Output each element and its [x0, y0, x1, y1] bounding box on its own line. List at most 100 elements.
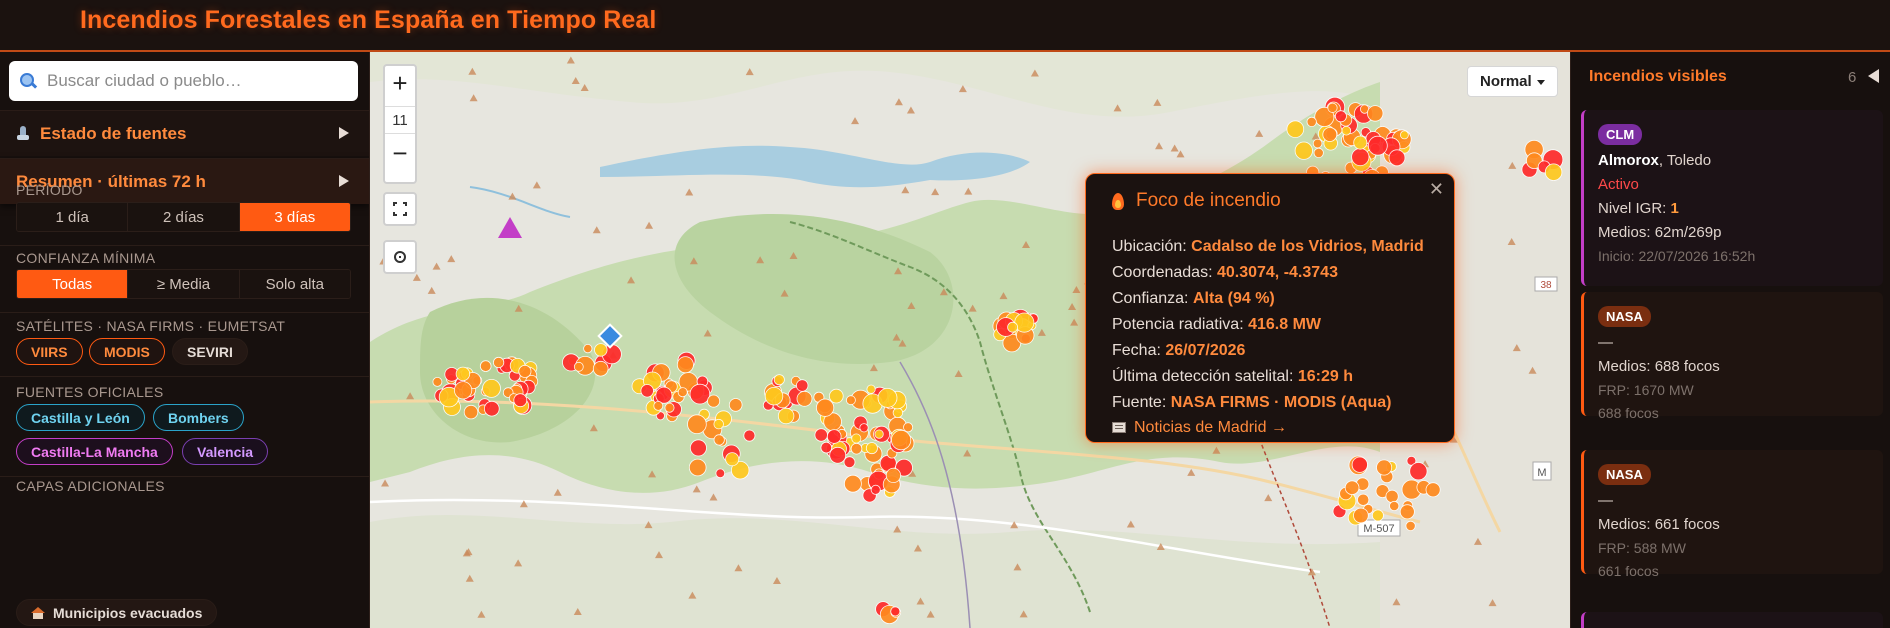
fire-hotspot-marker[interactable]	[1322, 127, 1338, 142]
fire-hotspot-marker[interactable]	[1294, 141, 1313, 160]
basemap-select[interactable]: Normal	[1467, 66, 1558, 97]
source-castilla-la-mancha-toggle[interactable]: Castilla-La Mancha	[16, 438, 173, 465]
fire-hotspot-marker[interactable]	[655, 386, 673, 404]
locate-button[interactable]	[383, 240, 417, 274]
fire-hotspot-marker[interactable]	[573, 361, 584, 372]
fire-hotspot-marker[interactable]	[1334, 110, 1347, 123]
search-input[interactable]	[47, 71, 337, 91]
fire-hotspot-marker[interactable]	[829, 446, 847, 464]
fire-hotspot-marker[interactable]	[850, 442, 863, 455]
fire-hotspot-marker[interactable]	[870, 484, 881, 495]
zoom-in-button[interactable]: +	[385, 66, 415, 100]
fire-hotspot-marker[interactable]	[1353, 507, 1369, 524]
source-valencia-toggle[interactable]: Valencia	[182, 438, 269, 465]
fire-hotspot-marker[interactable]	[1389, 500, 1400, 512]
fire-hotspot-marker[interactable]	[874, 429, 884, 439]
fire-hotspot-marker[interactable]	[1425, 482, 1441, 498]
fire-hotspot-marker[interactable]	[513, 393, 528, 408]
collapse-panel-icon[interactable]	[1868, 69, 1879, 83]
fire-hotspot-marker[interactable]	[1341, 125, 1352, 136]
popup-news-link[interactable]: Noticias de Madrid →	[1112, 419, 1287, 437]
fire-hotspot-marker[interactable]	[1014, 312, 1035, 333]
fire-hotspot-marker[interactable]	[1400, 130, 1409, 140]
fire-card[interactable]: NASA — Medios: 661 focos FRP: 588 MW 661…	[1581, 450, 1883, 579]
fire-hotspot-marker[interactable]	[865, 442, 878, 455]
fire-hotspot-marker[interactable]	[892, 407, 904, 419]
satellite-seviri-toggle[interactable]: SEVIRI	[172, 338, 248, 365]
fire-hotspot-marker[interactable]	[1544, 163, 1563, 181]
fire-hotspot-marker[interactable]	[482, 378, 501, 398]
period-option-1[interactable]: 1 día	[17, 203, 129, 231]
fire-hotspot-marker[interactable]	[826, 429, 842, 444]
period-option-3[interactable]: 3 días	[239, 203, 350, 231]
fire-hotspot-marker[interactable]	[1344, 480, 1360, 496]
fire-card[interactable]: CLM Almorox, Toledo Activo Nivel IGR: 1 …	[1581, 110, 1883, 286]
fire-hotspot-marker[interactable]	[676, 356, 694, 374]
fire-hotspot-marker[interactable]	[713, 418, 724, 430]
fire-hotspot-marker[interactable]	[455, 366, 471, 382]
fire-hotspot-marker[interactable]	[592, 360, 609, 377]
fire-hotspot-marker[interactable]	[479, 360, 492, 372]
fire-hotspot-marker[interactable]	[851, 433, 862, 444]
fire-hotspot-marker[interactable]	[493, 356, 505, 369]
fire-hotspot-marker[interactable]	[715, 468, 726, 479]
sources-status-toggle[interactable]: Estado de fuentes	[0, 110, 369, 156]
fire-hotspot-marker[interactable]	[1312, 138, 1323, 149]
fire-hotspot-marker[interactable]	[859, 423, 869, 433]
fire-hotspot-marker[interactable]	[843, 474, 862, 493]
fire-hotspot-marker[interactable]	[866, 384, 876, 394]
fire-card[interactable]: NASA — Medios: 688 focos FRP: 1670 MW 68…	[1581, 292, 1883, 421]
fire-hotspot-marker[interactable]	[773, 374, 785, 386]
period-option-2[interactable]: 2 días	[128, 203, 240, 231]
zoom-out-button[interactable]: −	[385, 136, 415, 170]
fire-hotspot-marker[interactable]	[1399, 504, 1415, 520]
fire-hotspot-marker[interactable]	[885, 467, 902, 483]
fire-hotspot-marker[interactable]	[1409, 462, 1428, 481]
confidence-option-high[interactable]: Solo alta	[239, 270, 350, 298]
fire-hotspot-marker[interactable]	[903, 422, 914, 433]
fire-hotspot-marker[interactable]	[796, 390, 813, 407]
fire-hotspot-marker[interactable]	[890, 429, 912, 451]
fire-hotspot-marker[interactable]	[764, 387, 784, 406]
fire-hotspot-marker[interactable]	[1367, 135, 1388, 156]
fire-hotspot-marker[interactable]	[877, 387, 898, 408]
fire-hotspot-marker[interactable]	[713, 434, 725, 446]
fire-hotspot-marker[interactable]	[1313, 147, 1324, 159]
fire-hotspot-marker[interactable]	[653, 400, 664, 411]
fire-hotspot-marker[interactable]	[1405, 520, 1416, 531]
fire-hotspot-marker[interactable]	[820, 441, 833, 454]
fire-hotspot-marker[interactable]	[815, 398, 835, 417]
fire-hotspot-marker[interactable]	[1286, 120, 1305, 138]
fullscreen-button[interactable]	[383, 192, 417, 226]
fire-hotspot-marker[interactable]	[1327, 102, 1338, 113]
source-bombers-toggle[interactable]: Bombers	[153, 404, 244, 431]
fire-hotspot-marker[interactable]	[432, 376, 443, 387]
fire-hotspot-marker[interactable]	[1357, 493, 1370, 506]
fire-hotspot-marker[interactable]	[1353, 135, 1368, 150]
fire-hotspot-marker[interactable]	[1351, 147, 1370, 167]
fire-hotspot-marker[interactable]	[1351, 456, 1368, 473]
evacuated-layer-toggle[interactable]: Municipios evacuados	[16, 599, 218, 626]
fire-hotspot-marker[interactable]	[843, 456, 856, 469]
fire-hotspot-marker[interactable]	[707, 394, 721, 408]
fire-hotspot-marker[interactable]	[689, 439, 707, 457]
fire-hotspot-marker[interactable]	[664, 402, 675, 413]
fire-hotspot-marker[interactable]	[814, 428, 828, 442]
fire-hotspot-marker[interactable]	[1367, 105, 1384, 122]
close-icon[interactable]: ✕	[1429, 179, 1444, 200]
fire-hotspot-marker[interactable]	[743, 429, 756, 442]
search-box[interactable]	[9, 61, 358, 101]
confidence-option-medium[interactable]: ≥ Media	[128, 270, 240, 298]
fire-hotspot-marker[interactable]	[1306, 116, 1317, 128]
confidence-option-all[interactable]: Todas	[17, 270, 129, 298]
fire-hotspot-marker[interactable]	[583, 343, 593, 354]
fire-hotspot-marker[interactable]	[1371, 509, 1384, 522]
fire-hotspot-marker[interactable]	[728, 398, 743, 412]
fire-hotspot-marker[interactable]	[845, 395, 856, 406]
fire-hotspot-marker[interactable]	[890, 606, 901, 617]
fire-hotspot-marker[interactable]	[1376, 459, 1393, 476]
fire-hotspot-marker[interactable]	[828, 388, 844, 404]
fire-hotspot-marker[interactable]	[594, 343, 608, 357]
fire-hotspot-marker[interactable]	[1385, 489, 1399, 503]
fire-card[interactable]	[1581, 612, 1883, 628]
